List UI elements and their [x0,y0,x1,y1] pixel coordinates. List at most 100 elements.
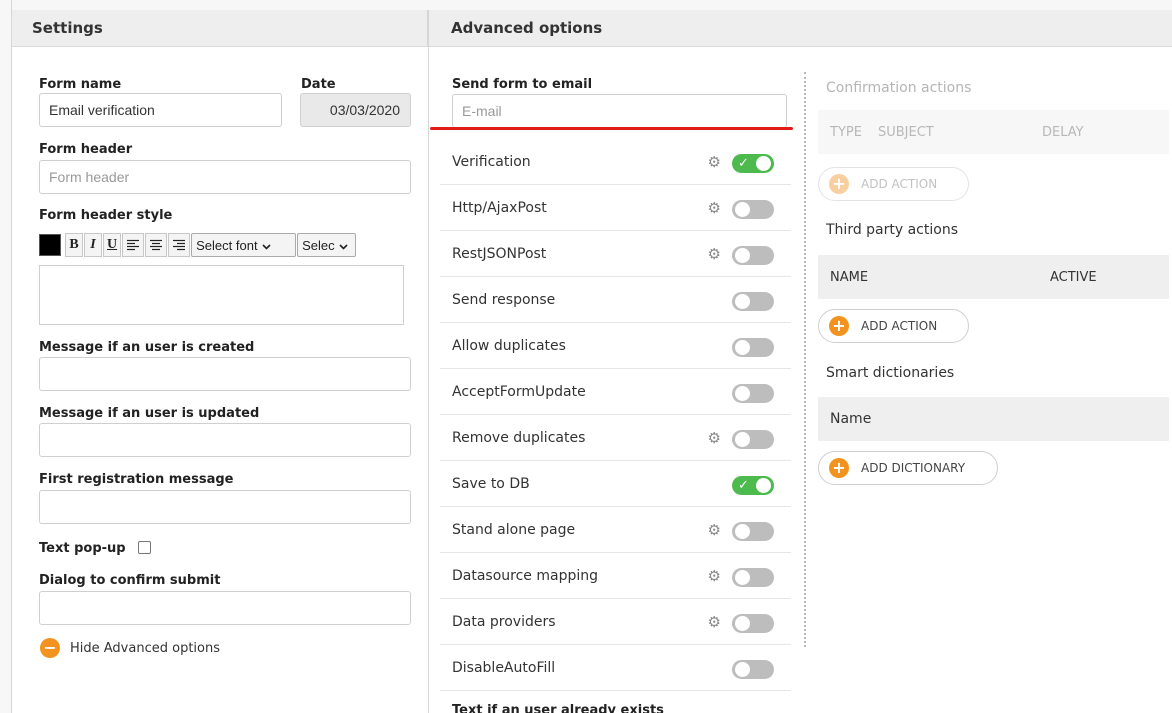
text-popup-label: Text pop-up [39,541,126,556]
hide-advanced-options-button[interactable]: − Hide Advanced options [40,638,220,658]
toggle-switch[interactable]: ✓ [732,154,774,173]
date-field: 03/03/2020 [300,93,411,127]
option-row-allow-duplicates: Allow duplicates [440,323,791,369]
gear-icon[interactable]: ⚙ [708,429,721,447]
send-form-email-input[interactable]: E-mail [452,94,787,128]
toggle-switch[interactable]: ✓ [732,476,774,495]
toggle-switch[interactable] [732,292,774,311]
option-row-datasource-mapping: Datasource mapping ⚙ [440,553,791,599]
add-third-party-action-button[interactable]: + ADD ACTION [818,309,969,343]
window-top-strip [0,0,1172,10]
toggle-switch[interactable] [732,614,774,633]
gear-icon[interactable]: ⚙ [708,199,721,217]
rich-text-toolbar: B I U Select font Selec [39,233,357,257]
form-name-input[interactable]: Email verification [39,93,282,127]
add-action-label: ADD ACTION [861,177,938,191]
third-party-actions-title: Third party actions [826,222,958,238]
toggle-knob [735,570,750,585]
font-size-select[interactable]: Selec [297,233,357,257]
form-header-style-editor[interactable] [39,265,404,325]
gear-icon[interactable]: ⚙ [708,567,721,585]
align-left-icon[interactable] [122,233,145,257]
option-row-stand-alone-page: Stand alone page ⚙ [440,507,791,553]
text-color-button[interactable] [39,234,61,256]
font-size-select-value: Selec [302,237,335,253]
smart-dictionaries-title: Smart dictionaries [826,365,955,381]
column-subject: SUBJECT [878,124,934,140]
option-row-restjsonpost: RestJSONPost ⚙ [440,231,791,277]
add-dictionary-button[interactable]: + ADD DICTIONARY [818,451,998,485]
toggle-knob [735,248,750,263]
option-row-http-ajaxpost: Http/AjaxPost ⚙ [440,185,791,231]
align-right-icon[interactable] [168,233,191,257]
chevron-down-icon [339,238,348,253]
option-row-acceptformupdate: AcceptFormUpdate [440,369,791,415]
smart-dictionaries-table-header: Name [818,397,1169,441]
gear-icon[interactable]: ⚙ [708,153,721,171]
text-user-exists-label: Text if an user already exists [452,703,664,713]
column-delay: DELAY [1042,124,1084,140]
toggle-switch[interactable] [732,660,774,679]
toggle-switch[interactable] [732,384,774,403]
option-row-remove-duplicates: Remove duplicates ⚙ [440,415,791,461]
message-user-updated-label: Message if an user is updated [39,406,260,421]
dialog-confirm-submit-input[interactable] [39,591,411,625]
toggle-knob [756,156,771,171]
check-icon: ✓ [738,478,749,493]
add-confirmation-action-button[interactable]: + ADD ACTION [818,167,969,201]
toggle-knob [735,524,750,539]
toggle-knob [735,294,750,309]
option-row-disableautofill: DisableAutoFill [440,645,791,691]
toggle-knob [735,386,750,401]
toggle-switch[interactable] [732,430,774,449]
settings-panel-title: Settings [12,10,428,47]
message-user-updated-input[interactable] [39,423,411,457]
email-highlight-underline [430,127,793,130]
font-select[interactable]: Select font [191,233,297,257]
first-registration-message-input[interactable] [39,490,411,524]
window-left-strip [0,0,12,713]
form-name-label: Form name [39,77,122,92]
option-row-save-to-db: Save to DB ✓ [440,461,791,507]
check-icon: ✓ [738,156,749,171]
gear-icon[interactable]: ⚙ [708,613,721,631]
column-divider [428,10,429,713]
toggle-switch[interactable] [732,522,774,541]
form-header-label: Form header [39,142,133,157]
option-row-data-providers: Data providers ⚙ [440,599,791,645]
align-center-icon[interactable] [145,233,168,257]
dialog-confirm-submit-label: Dialog to confirm submit [39,573,221,588]
advanced-options-panel-title: Advanced options [429,10,1172,47]
send-form-to-email-label: Send form to email [452,77,593,92]
confirmation-actions-title: Confirmation actions [826,80,972,96]
italic-button[interactable]: I [84,233,102,257]
date-label: Date [301,77,336,92]
option-row-verification: Verification ⚙ ✓ [440,139,791,185]
toggle-knob [735,616,750,631]
message-user-created-input[interactable] [39,357,411,391]
toggle-switch[interactable] [732,338,774,357]
toggle-switch[interactable] [732,246,774,265]
first-registration-message-label: First registration message [39,472,234,487]
confirmation-actions-table-header: TYPE SUBJECT DELAY [818,110,1169,154]
toggle-knob [735,432,750,447]
gear-icon[interactable]: ⚙ [708,521,721,539]
hide-advanced-options-label: Hide Advanced options [70,640,220,656]
third-party-actions-table-header: NAME ACTIVE [818,255,1169,299]
column-active: ACTIVE [1050,269,1097,285]
text-popup-checkbox[interactable] [138,541,151,554]
column-name: NAME [830,269,869,285]
bold-button[interactable]: B [65,233,83,257]
form-header-input[interactable]: Form header [39,160,411,194]
underline-button[interactable]: U [103,233,122,257]
toggle-switch[interactable] [732,568,774,587]
minus-circle-icon: − [40,638,60,658]
dotted-divider [804,72,806,647]
toggle-switch[interactable] [732,200,774,219]
add-action-label: ADD ACTION [861,319,938,333]
gear-icon[interactable]: ⚙ [708,245,721,263]
toggle-knob [756,478,771,493]
font-select-value: Select font [196,237,258,253]
column-name: Name [830,411,872,427]
plus-circle-icon: + [829,458,849,478]
